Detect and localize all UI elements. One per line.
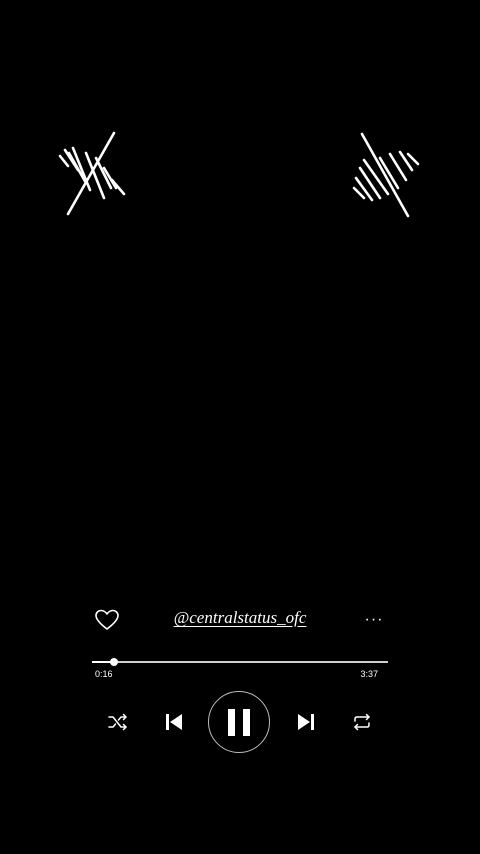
more-options-button[interactable]: ··· [362,606,386,634]
sound-wave-icon [350,128,422,220]
progress-thumb[interactable] [109,658,118,666]
shuffle-icon[interactable] [108,713,128,731]
track-title[interactable]: @centralstatus_ofc [140,608,340,628]
progress-slider[interactable] [92,655,388,669]
playback-controls [0,690,480,756]
pause-button[interactable] [208,691,270,753]
track-info-row: @centralstatus_ofc ··· [0,604,480,636]
pause-icon [228,709,250,736]
progress-track [92,661,388,663]
skip-previous-icon[interactable] [164,712,184,732]
elapsed-time: 0:16 [95,669,113,679]
skip-next-icon[interactable] [296,712,316,732]
repeat-icon[interactable] [352,713,372,731]
heart-outline-icon[interactable] [94,608,120,632]
total-duration: 3:37 [360,669,378,679]
sound-wave-icon [56,128,128,220]
